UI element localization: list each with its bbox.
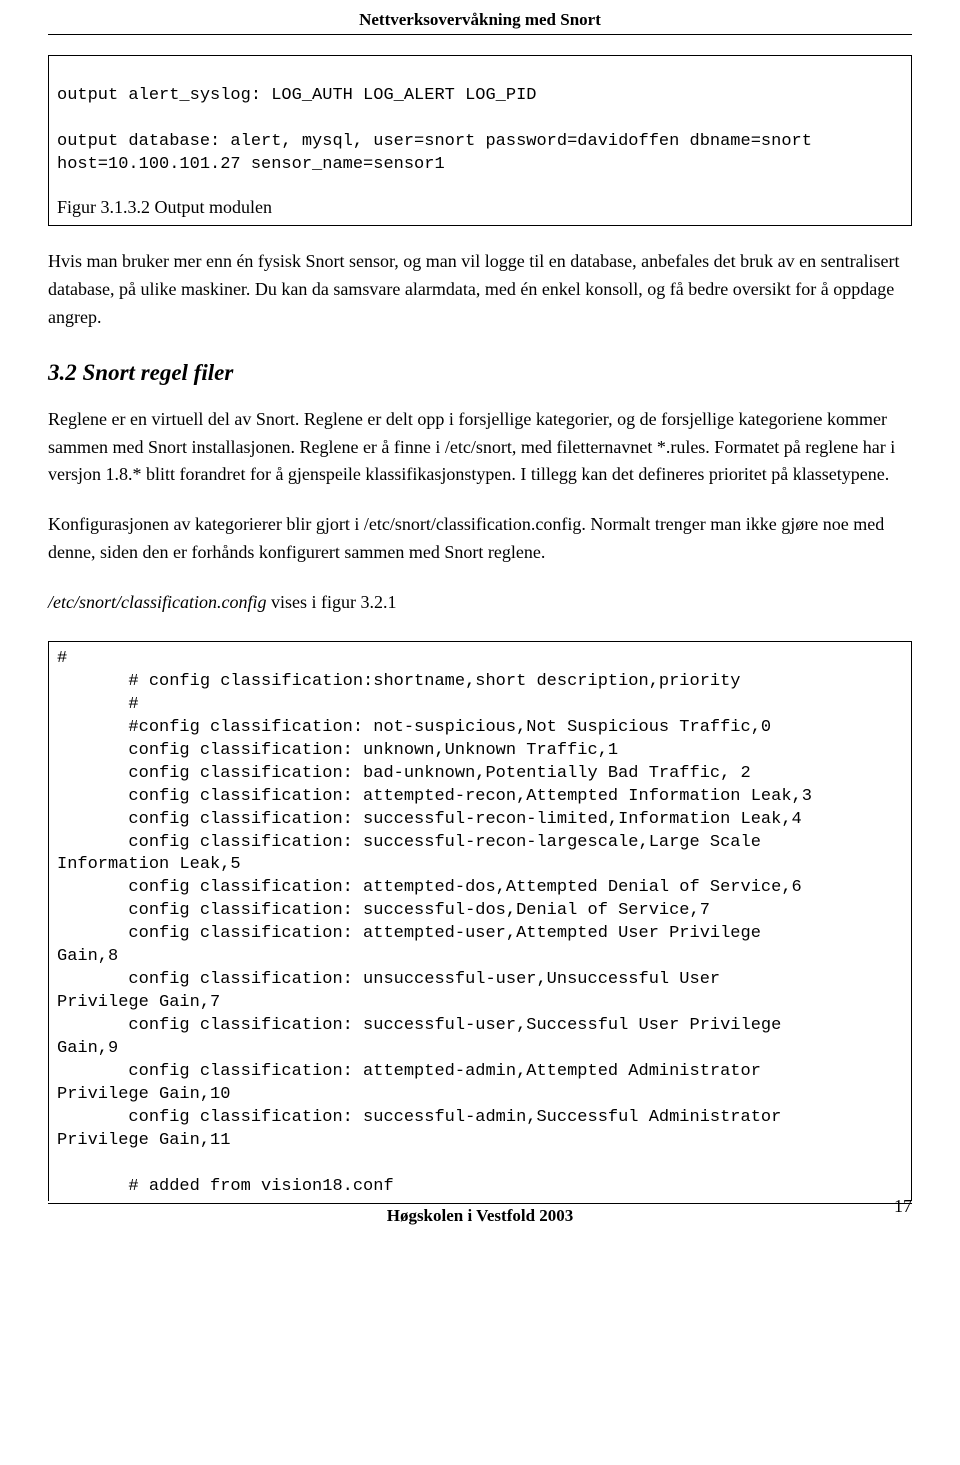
section-heading: 3.2 Snort regel filer: [48, 360, 912, 386]
paragraph: Hvis man bruker mer enn én fysisk Snort …: [48, 248, 912, 332]
page-number: 17: [894, 1196, 912, 1217]
page-header: Nettverksovervåkning med Snort: [48, 10, 912, 35]
code-box-classification: # # config classification:shortname,shor…: [48, 641, 912, 1201]
code-line: host=10.100.101.27 sensor_name=sensor1: [57, 155, 445, 174]
paragraph: Reglene er en virtuell del av Snort. Reg…: [48, 406, 912, 490]
italic-path: /etc/snort/classification.config: [48, 592, 266, 612]
page-footer: Høgskolen i Vestfold 2003 17: [48, 1203, 912, 1234]
code-line: output alert_syslog: LOG_AUTH LOG_ALERT …: [57, 86, 536, 105]
code-box-output: output alert_syslog: LOG_AUTH LOG_ALERT …: [48, 55, 912, 226]
paragraph-text: vises i figur 3.2.1: [266, 592, 396, 612]
code-line: output database: alert, mysql, user=snor…: [57, 132, 812, 151]
figure-caption: Figur 3.1.3.2 Output modulen: [57, 195, 903, 219]
footer-center-text: Høgskolen i Vestfold 2003: [48, 1206, 912, 1226]
paragraph: Konfigurasjonen av kategorierer blir gjo…: [48, 511, 912, 567]
paragraph: /etc/snort/classification.config vises i…: [48, 589, 912, 617]
